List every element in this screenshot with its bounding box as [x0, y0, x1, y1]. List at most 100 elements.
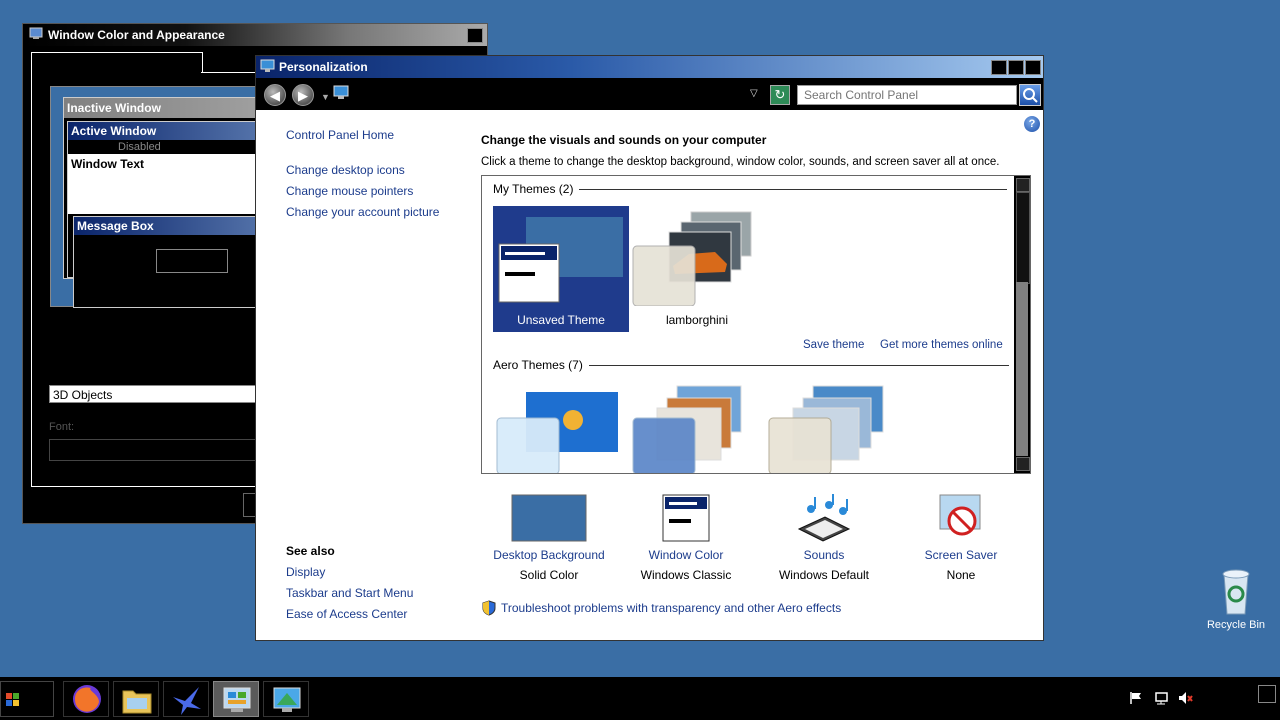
- personalization-icon: [273, 687, 301, 712]
- back-button[interactable]: ◀: [264, 84, 286, 106]
- my-themes-group-header: My Themes (2): [493, 182, 1008, 196]
- taskbar: [0, 677, 1280, 720]
- taskbar-firefox[interactable]: [63, 681, 109, 717]
- lamborghini-theme-thumbnail: [632, 211, 752, 307]
- address-dropdown-chevron-icon[interactable]: ▽: [750, 88, 758, 99]
- taskbar-file-explorer[interactable]: [113, 681, 159, 717]
- taskbar-control-panel[interactable]: [213, 681, 259, 717]
- see-also-display[interactable]: Display: [286, 565, 325, 579]
- personalization-window[interactable]: Personalization ◀ ▶ ▼ ▽ ↻ ? Control Pane…: [255, 55, 1044, 641]
- recycle-bin-icon: [1222, 569, 1250, 615]
- show-desktop-button[interactable]: [1258, 685, 1276, 703]
- sidebar-control-panel-home[interactable]: Control Panel Home: [286, 128, 394, 142]
- troubleshoot-row[interactable]: Troubleshoot problems with transparency …: [481, 600, 841, 616]
- group-divider: [579, 188, 1008, 190]
- screen-saver-link[interactable]: Screen Saver: [891, 548, 1031, 562]
- minimize-button[interactable]: [991, 60, 1007, 75]
- window-color-value: Windows Classic: [640, 568, 732, 582]
- sidebar-change-desktop-icons[interactable]: Change desktop icons: [286, 163, 405, 177]
- window-color-link[interactable]: Window Color: [616, 548, 756, 562]
- desktop-background-item[interactable]: Desktop Background Solid Color: [479, 493, 619, 582]
- sounds-link[interactable]: Sounds: [754, 548, 894, 562]
- sidebar-change-account-picture[interactable]: Change your account picture: [286, 205, 439, 219]
- close-button[interactable]: [1025, 60, 1041, 75]
- wca-tab[interactable]: [31, 52, 203, 73]
- wca-app-icon: [29, 27, 43, 43]
- refresh-button[interactable]: ↻: [770, 85, 790, 105]
- recycle-bin-label: Recycle Bin: [1206, 619, 1266, 631]
- recent-pages-chevron-icon[interactable]: ▼: [321, 92, 330, 102]
- scroll-down-button[interactable]: [1016, 457, 1030, 471]
- recycle-bin-shortcut[interactable]: Recycle Bin: [1206, 568, 1266, 631]
- folder-icon: [122, 690, 152, 714]
- desktop-background-value: Solid Color: [519, 568, 579, 582]
- see-also-ease-of-access[interactable]: Ease of Access Center: [286, 607, 407, 621]
- personalization-app-icon: [260, 59, 275, 76]
- unsaved-theme-thumbnail: [498, 217, 623, 303]
- window-color-icon: [662, 494, 710, 542]
- page-description: Click a theme to change the desktop back…: [481, 156, 1000, 168]
- help-icon[interactable]: ?: [1024, 116, 1040, 132]
- scroll-track[interactable]: [1016, 282, 1028, 456]
- desktop-background-icon: [511, 494, 587, 542]
- shield-icon: [482, 600, 496, 616]
- window-color-item[interactable]: Window Color Windows Classic: [616, 493, 756, 582]
- refresh-icon: ↻: [774, 87, 786, 102]
- firefox-icon: [73, 685, 101, 713]
- aero-theme-tile-windows7[interactable]: [493, 384, 629, 473]
- personalization-title: Personalization: [279, 60, 368, 74]
- sidebar-change-mouse-pointers[interactable]: Change mouse pointers: [286, 184, 413, 198]
- scroll-up-button[interactable]: [1016, 178, 1030, 192]
- screen-saver-icon: [939, 494, 981, 536]
- address-bar: ◀ ▶ ▼ ▽ ↻: [256, 78, 1043, 110]
- theme-label-lamborghini: lamborghini: [665, 313, 729, 327]
- search-icon: [1023, 88, 1038, 103]
- screen-saver-value: None: [946, 568, 976, 582]
- desktop-background-link[interactable]: Desktop Background: [479, 548, 619, 562]
- theme-tile-unsaved[interactable]: Unsaved Theme: [493, 206, 629, 332]
- aero-theme-tile-characters[interactable]: [765, 384, 901, 473]
- troubleshoot-aero-link[interactable]: Troubleshoot problems with transparency …: [501, 601, 841, 615]
- volume-muted-icon[interactable]: [1178, 691, 1194, 708]
- see-also-taskbar-start-menu[interactable]: Taskbar and Start Menu: [286, 586, 413, 600]
- search-button[interactable]: [1019, 84, 1041, 106]
- wca-title: Window Color and Appearance: [48, 28, 225, 42]
- theme-label-unsaved: Unsaved Theme: [517, 313, 605, 327]
- save-theme-link[interactable]: Save theme: [803, 339, 864, 351]
- get-more-themes-link[interactable]: Get more themes online: [880, 339, 1003, 351]
- network-icon[interactable]: [1154, 691, 1170, 708]
- control-panel-icon: [223, 687, 251, 712]
- characters-theme-thumbnail: [768, 385, 884, 473]
- sounds-value: Windows Default: [778, 568, 870, 582]
- my-themes-title: My Themes (2): [493, 182, 574, 196]
- sounds-icon: [797, 494, 851, 542]
- search-input[interactable]: [797, 85, 1017, 105]
- themes-scrollbar[interactable]: [1014, 176, 1030, 473]
- page-title: Change the visuals and sounds on your co…: [481, 133, 767, 147]
- bird-icon: [173, 687, 201, 715]
- font-label: Font:: [49, 421, 75, 433]
- taskbar-bird-app[interactable]: [163, 681, 209, 717]
- theme-tile-lamborghini[interactable]: lamborghini: [629, 206, 765, 332]
- wca-titlebar[interactable]: Window Color and Appearance: [23, 24, 487, 46]
- wca-close-button[interactable]: [467, 28, 483, 43]
- wca-tab-border-left: [31, 72, 32, 486]
- screen-saver-item[interactable]: Screen Saver None: [891, 493, 1031, 582]
- maximize-button[interactable]: [1008, 60, 1024, 75]
- see-also-heading: See also: [286, 544, 335, 558]
- personalization-titlebar[interactable]: Personalization: [256, 56, 1043, 78]
- control-panel-location-icon[interactable]: [333, 85, 349, 104]
- aero-themes-title: Aero Themes (7): [493, 358, 583, 372]
- forward-button[interactable]: ▶: [292, 84, 314, 106]
- start-button[interactable]: [0, 681, 54, 717]
- scroll-thumb[interactable]: [1016, 192, 1030, 284]
- aero-theme-tile-architecture[interactable]: [629, 384, 765, 473]
- themes-list[interactable]: My Themes (2) Unsaved Theme lamborghini: [481, 175, 1031, 474]
- aero-themes-group-header: Aero Themes (7): [493, 358, 1009, 372]
- taskbar-personalization[interactable]: [263, 681, 309, 717]
- forward-arrow-icon: ▶: [298, 88, 308, 103]
- preview-ok-button[interactable]: [156, 249, 228, 273]
- back-arrow-icon: ◀: [270, 88, 280, 103]
- action-center-flag-icon[interactable]: [1129, 691, 1143, 708]
- sounds-item[interactable]: Sounds Windows Default: [754, 493, 894, 582]
